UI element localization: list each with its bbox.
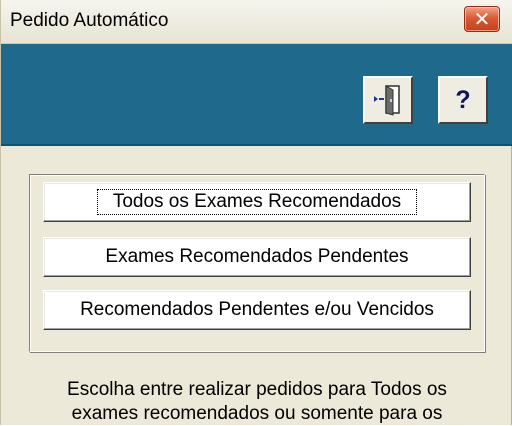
toolbar: ? (1, 44, 512, 146)
dialog-window: Pedido Automático ✕ ? Todos os Exames Re… (0, 0, 512, 425)
help-button[interactable]: ? (438, 76, 488, 124)
exit-button[interactable] (363, 76, 413, 124)
focus-indicator (97, 189, 417, 215)
instructions-text: Escolha entre realizar pedidos para Todo… (31, 378, 483, 426)
pending-exams-button[interactable]: Exames Recomendados Pendentes (43, 237, 471, 277)
title-bar[interactable]: Pedido Automático ✕ (1, 0, 512, 44)
close-icon: ✕ (473, 7, 491, 31)
close-button[interactable]: ✕ (464, 6, 500, 32)
help-icon: ? (455, 86, 471, 114)
pending-expired-button[interactable]: Recomendados Pendentes e/ou Vencidos (43, 290, 471, 330)
exit-door-icon (374, 85, 400, 116)
instructions-line-2: exames recomendados ou somente para os (71, 403, 443, 424)
window-title: Pedido Automático (10, 10, 169, 31)
instructions-line-1: Escolha entre realizar pedidos para Todo… (67, 379, 447, 400)
